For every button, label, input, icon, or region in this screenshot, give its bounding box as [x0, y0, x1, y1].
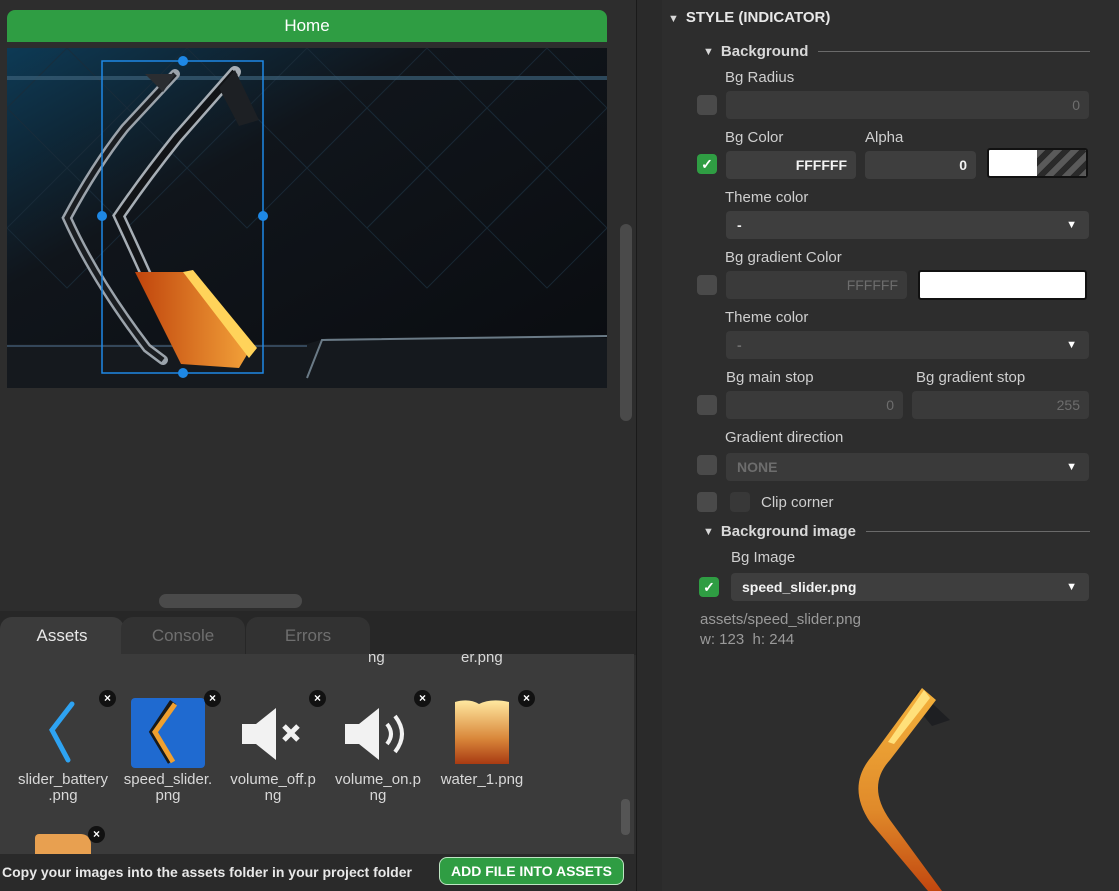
tab-assets[interactable]: Assets [0, 617, 124, 655]
bg-gradient-color-input[interactable]: FFFFFF [726, 271, 907, 299]
canvas-vertical-scrollbar[interactable] [620, 224, 632, 421]
asset-name: slider_battery [17, 771, 109, 788]
bg-gradient-stop-label: Bg gradient stop [916, 369, 1026, 386]
bg-radius-label: Bg Radius [725, 69, 795, 86]
dropdown-arrow-icon: ▼ [1066, 581, 1077, 593]
bg-image-height: h: 244 [752, 631, 795, 648]
background-image-heading: Background image [720, 523, 856, 540]
stops-checkbox[interactable] [697, 395, 717, 415]
style-section-title: STYLE (INDICATOR) [685, 9, 831, 26]
asset-name-ext: .png [48, 787, 78, 804]
asset-item-volume-on[interactable]: × volume_on.p ng [326, 690, 431, 804]
bg-image-width: w: 123 [700, 631, 745, 648]
assets-footer: Copy your images into the assets folder … [0, 854, 636, 891]
asset-item-speed-slider[interactable]: × speed_slider. png [116, 690, 221, 804]
bg-color-swatch[interactable] [987, 148, 1088, 178]
bg-image-label: Bg Image [731, 549, 796, 566]
bg-radius-checkbox[interactable] [697, 95, 717, 115]
bg-radius-input[interactable]: 0 [726, 91, 1089, 119]
asset-name-ext: ng [369, 787, 387, 804]
bg-color-input[interactable]: FFFFFF [726, 151, 856, 179]
background-heading: Background [720, 43, 809, 60]
asset-item-volume-off[interactable]: × volume_off.p ng [221, 690, 326, 804]
editor-pane: Home Assets Console Errors ng er.png × s… [0, 0, 636, 891]
remove-asset-icon[interactable]: × [309, 690, 326, 707]
asset-name: volume_on.p [335, 771, 421, 788]
theme-color-value: - [737, 217, 742, 233]
background-subheader[interactable]: ▼ Background [703, 43, 1090, 60]
bg-main-stop-input[interactable]: 0 [726, 391, 903, 419]
asset-item-water[interactable]: × water_1.png [430, 690, 535, 788]
bg-gradient-color-label: Bg gradient Color [725, 249, 842, 266]
remove-asset-icon[interactable]: × [518, 690, 535, 707]
bg-gradient-checkbox[interactable] [697, 275, 717, 295]
collapse-triangle-icon: ▼ [703, 45, 714, 58]
canvas-horizontal-scrollbar[interactable] [159, 594, 302, 608]
collapse-triangle-icon: ▼ [668, 13, 679, 25]
bg-gradient-swatch[interactable] [918, 270, 1087, 300]
gradient-direction-label: Gradient direction [725, 429, 844, 446]
gradient-direction-value: NONE [737, 459, 778, 475]
bg-image-select[interactable]: speed_slider.png ▼ [731, 573, 1089, 601]
alpha-input[interactable]: 0 [865, 151, 976, 179]
asset-name: volume_off.p [230, 771, 316, 788]
theme-color-select[interactable]: - ▼ [726, 211, 1089, 239]
chevron-blue-icon: × [26, 690, 116, 768]
bg-image-dimensions: w: 123 h: 244 [700, 631, 794, 648]
pane-divider[interactable] [636, 0, 662, 891]
asset-label-cut: er.png [461, 654, 503, 666]
asset-item-partial[interactable] [35, 834, 91, 854]
volume-off-icon: × [236, 690, 326, 768]
theme-color-label: Theme color [725, 189, 809, 206]
theme-color-label-2: Theme color [725, 309, 809, 326]
bg-image-preview [832, 680, 962, 891]
tab-errors[interactable]: Errors [246, 617, 370, 655]
dropdown-arrow-icon: ▼ [1066, 461, 1077, 473]
remove-asset-icon[interactable]: × [99, 690, 116, 707]
bg-image-path: assets/speed_slider.png [700, 611, 861, 628]
theme-color-value-2: - [737, 337, 742, 353]
assets-scrollbar[interactable] [621, 799, 630, 835]
alpha-label: Alpha [865, 129, 904, 146]
gradient-direction-select[interactable]: NONE ▼ [726, 453, 1089, 481]
clip-corner-enable-checkbox[interactable] [697, 492, 717, 512]
volume-on-icon: × [341, 690, 431, 768]
water-icon: × [445, 690, 535, 768]
speed-slider-icon: × [131, 690, 221, 768]
style-section-header[interactable]: ▼ STYLE (INDICATOR) [668, 9, 830, 26]
remove-asset-icon[interactable]: × [88, 826, 105, 843]
dropdown-arrow-icon: ▼ [1066, 219, 1077, 231]
assets-hint-text: Copy your images into the assets folder … [2, 864, 412, 880]
remove-asset-icon[interactable]: × [414, 690, 431, 707]
design-canvas[interactable] [7, 48, 607, 388]
tab-console[interactable]: Console [121, 617, 245, 655]
gradient-direction-checkbox[interactable] [697, 455, 717, 475]
bg-main-stop-label: Bg main stop [726, 369, 814, 386]
asset-name: speed_slider. [123, 771, 213, 788]
bg-color-label: Bg Color [725, 129, 784, 146]
canvas-scene [7, 48, 607, 388]
collapse-triangle-icon: ▼ [703, 525, 714, 538]
screen-tab-home[interactable]: Home [7, 10, 607, 42]
clip-corner-checkbox[interactable] [730, 492, 750, 512]
assets-grid: ng er.png × slider_battery .png × speed_… [0, 654, 634, 854]
app-window: Home Assets Console Errors ng er.png × s… [0, 0, 1119, 891]
background-image-subheader[interactable]: ▼ Background image [703, 523, 1090, 540]
asset-name-ext: png [155, 787, 181, 804]
bg-gradient-stop-input[interactable]: 255 [912, 391, 1089, 419]
style-panel: ▼ STYLE (INDICATOR) ▼ Background Bg Radius… [662, 0, 1119, 891]
theme-color-select-2[interactable]: - ▼ [726, 331, 1089, 359]
dropdown-arrow-icon: ▼ [1066, 339, 1077, 351]
clip-corner-label: Clip corner [761, 494, 834, 511]
add-file-into-assets-button[interactable]: ADD FILE INTO ASSETS [439, 857, 624, 885]
bg-color-checkbox[interactable]: ✓ [697, 154, 717, 174]
asset-name: water_1.png [440, 771, 524, 788]
bg-image-value: speed_slider.png [742, 579, 857, 595]
asset-label-cut: ng [368, 654, 385, 666]
asset-name-ext: ng [264, 787, 282, 804]
bottom-tab-bar: Assets Console Errors [0, 611, 636, 655]
bg-image-checkbox[interactable]: ✓ [699, 577, 719, 597]
asset-item-slider-battery[interactable]: × slider_battery .png [11, 690, 116, 804]
remove-asset-icon[interactable]: × [204, 690, 221, 707]
